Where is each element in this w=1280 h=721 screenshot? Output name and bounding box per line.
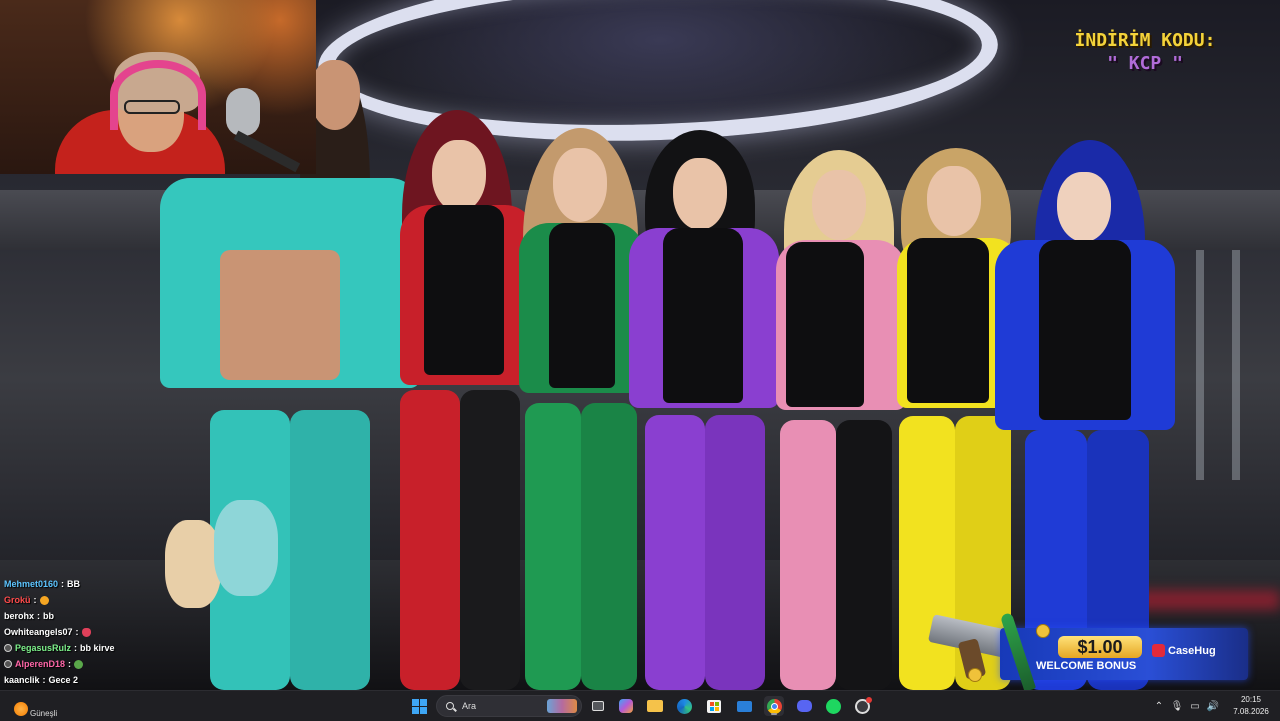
chat-username: AlperenD18 [15,659,66,669]
promo-code: " KCP " [1107,53,1183,74]
microphone-tray-icon[interactable]: 🎙 [1168,701,1186,712]
casehug-logo-icon [1152,644,1165,657]
edge-icon [676,698,692,714]
chat-message: PegasusRulz: bb kirve [0,640,320,656]
taskbar-search[interactable]: Ara [436,695,582,717]
bonus-text: WELCOME BONUS [1036,660,1137,672]
chat-username: PegasusRulz [15,643,72,653]
network-icon[interactable]: ▭ [1186,701,1204,712]
discord-button[interactable] [794,696,814,716]
spotify-button[interactable] [823,696,843,716]
copilot-button[interactable] [616,696,636,716]
mail-button[interactable] [734,696,754,716]
chat-text: Gece 2 [48,675,79,685]
task-view-icon [592,701,604,711]
clock-date: 7.08.2026 [1233,707,1269,716]
discord-icon [796,700,812,712]
copilot-icon [619,699,633,713]
file-explorer-button[interactable] [645,696,665,716]
windows-logo-icon [411,698,427,714]
chat-message: Owhiteangels07: [0,624,320,640]
frog-emote-icon [74,659,84,669]
active-indicator [771,713,777,715]
folder-icon [647,700,663,712]
obs-icon [854,696,872,714]
chat-username: Mehmet0160 [4,579,59,589]
smiley-emote-icon [39,595,49,605]
coin-icon [1036,624,1050,638]
microsoft-store-button[interactable] [704,696,724,716]
chat-text: bb [43,611,55,621]
chat-overlay: Mehmet0160: BB Grokü: berohx: bb Owhitea… [0,576,320,704]
chat-badge-icon [4,644,12,652]
chat-badge-icon [4,660,12,668]
windows-taskbar: Güneşli Ara ⌃ 🎙 ▭ 🔊 20:15 7.08.2026 [0,690,1280,721]
edge-button[interactable] [674,696,694,716]
clock-time: 20:15 [1240,695,1262,704]
store-icon [707,699,721,713]
person-pink [770,150,910,690]
search-placeholder: Ara [462,701,477,711]
bonus-amount: $1.00 [1058,636,1142,658]
coin-icon [968,668,982,682]
chat-text: bb kirve [80,643,115,653]
mail-icon [736,700,752,712]
weather-label: Güneşli [30,709,58,718]
system-tray: ⌃ 🎙 ▭ 🔊 [1150,691,1222,721]
chat-message: AlperenD18: [0,656,320,672]
brand-name: CaseHug [1152,644,1216,657]
chrome-button[interactable] [764,696,784,716]
chat-username: berohx [4,611,35,621]
obs-button[interactable] [852,696,872,716]
spotify-icon [825,698,841,714]
chat-message: berohx: bb [0,608,320,624]
chat-message: Grokü: [0,592,320,608]
person-purple [625,130,785,690]
headphones-icon [110,60,206,130]
search-icon [446,702,454,710]
chat-text: BB [67,579,81,589]
chat-username: Owhiteangels07 [4,627,73,637]
start-button[interactable] [409,696,429,716]
promo-title: İNDİRİM KODU: [1074,30,1216,51]
sun-icon [14,701,28,716]
garage-pillar [1196,250,1204,480]
search-highlight-icon [547,699,577,713]
webcam-overlay [0,0,316,174]
chat-username: Grokü [4,595,31,605]
microphone-icon [226,88,260,136]
chat-username: kaanclik [4,675,40,685]
glasses [124,100,180,114]
brand-label: CaseHug [1168,645,1216,657]
person-blue [995,140,1180,690]
heart-emote-icon [81,627,91,637]
clock[interactable]: 20:15 7.08.2026 [1226,694,1276,718]
chrome-icon [766,698,782,714]
volume-icon[interactable]: 🔊 [1204,701,1222,712]
mic-arm [233,130,301,173]
promo-code-overlay: İNDİRİM KODU: " KCP " [1060,30,1230,74]
chevron-up-icon[interactable]: ⌃ [1150,701,1168,712]
chat-message: Mehmet0160: BB [0,576,320,592]
weather-widget[interactable]: Güneşli [14,699,57,718]
chat-message: kaanclik: Gece 2 [0,672,320,688]
garage-pillar [1232,250,1240,480]
task-view-button[interactable] [588,696,608,716]
